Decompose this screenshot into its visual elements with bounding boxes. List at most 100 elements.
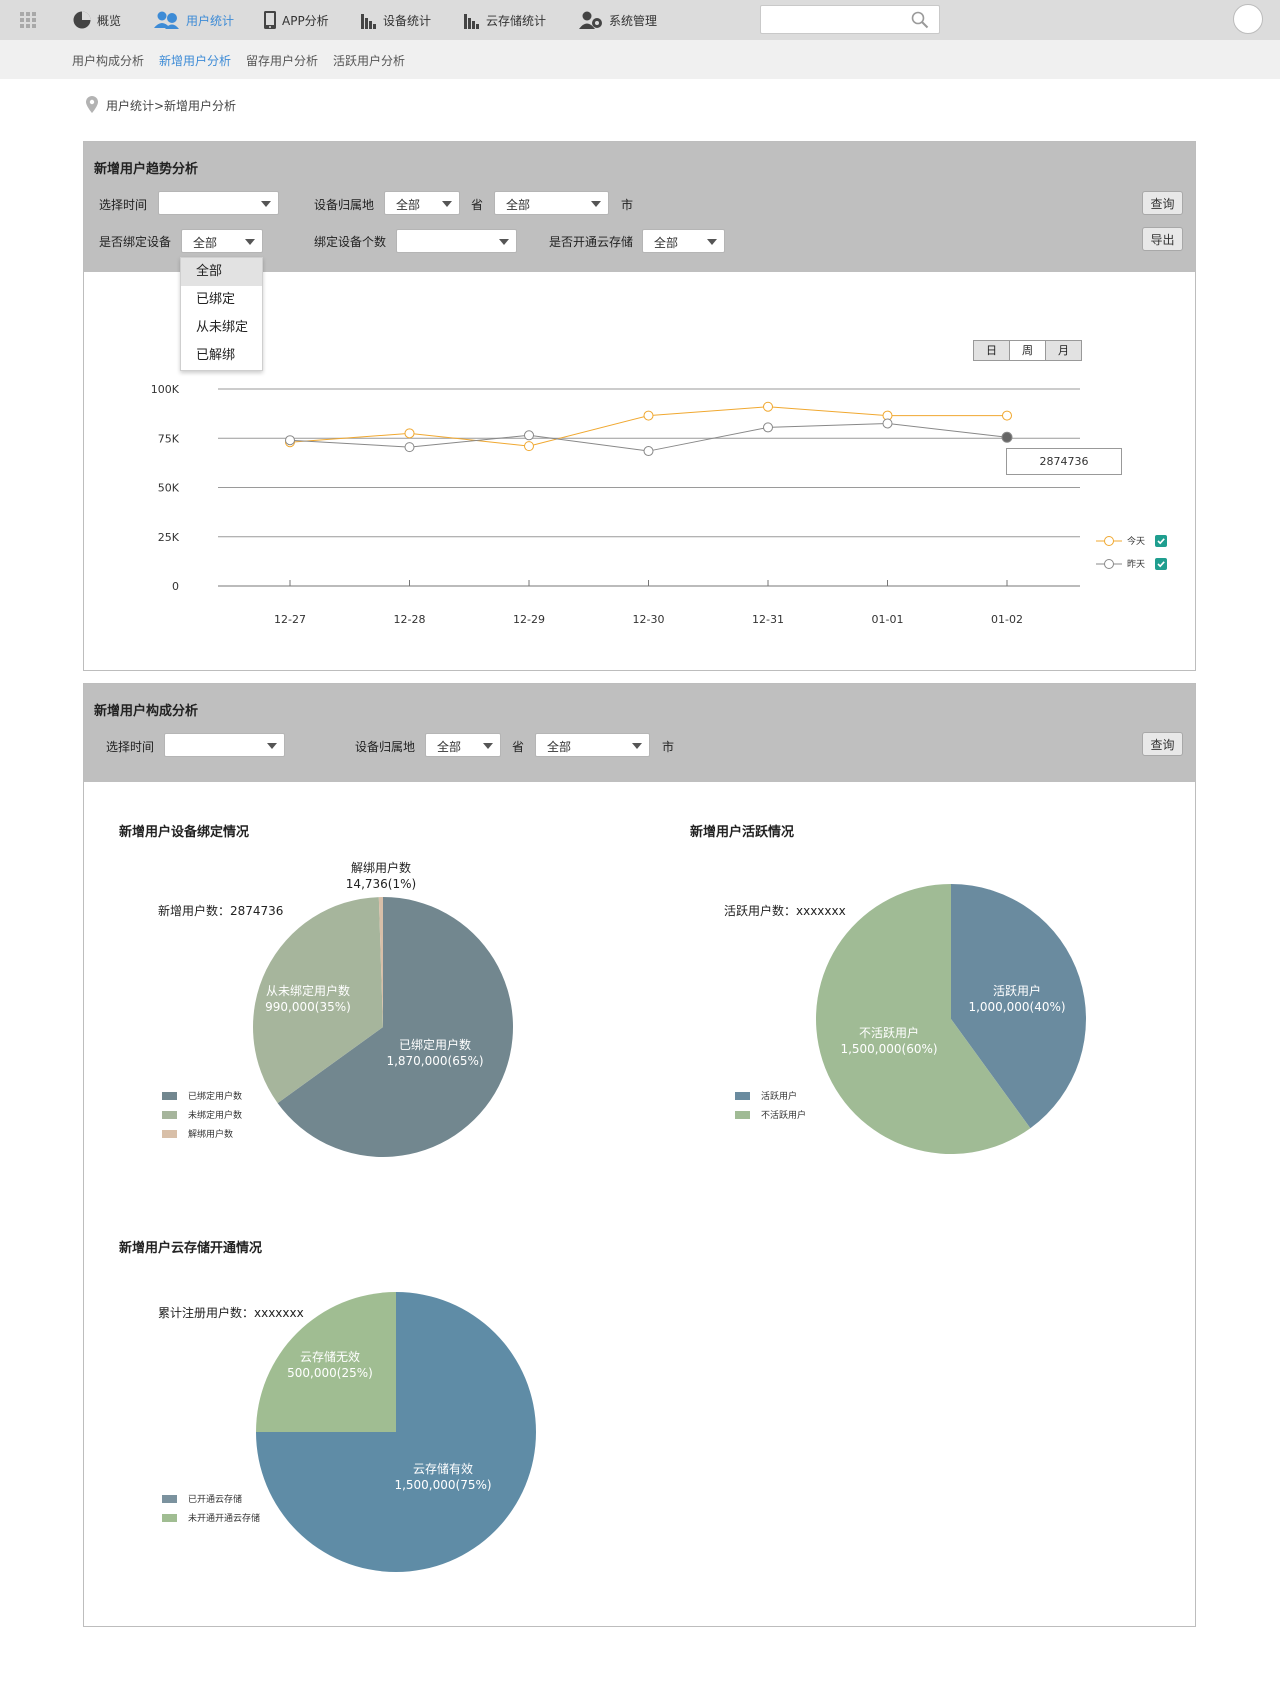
- users-icon: [154, 11, 179, 29]
- province-unit-label: 省: [512, 740, 525, 754]
- legend-item: 未绑定用户数: [162, 1105, 242, 1124]
- legend-swatch: [162, 1494, 177, 1503]
- legend-label: 已开通云存储: [188, 1495, 243, 1505]
- search-input[interactable]: [767, 6, 911, 34]
- slice-label: 云存储无效: [300, 1349, 360, 1364]
- device-count-select[interactable]: [396, 229, 517, 253]
- cloud-storage-select[interactable]: 全部: [642, 229, 725, 253]
- nav-item-app-analysis[interactable]: APP分析: [263, 0, 329, 40]
- nav-label: 云存储统计: [486, 13, 547, 28]
- query-button[interactable]: 查询: [1142, 191, 1183, 215]
- dropdown-option-unbound[interactable]: 已解绑: [181, 342, 262, 370]
- active-chart-title: 新增用户活跃情况: [690, 825, 795, 840]
- legend-checkbox-yesterday[interactable]: [1155, 557, 1168, 570]
- nav-item-system-admin[interactable]: 系统管理: [578, 0, 657, 40]
- slice-value-label: 1,500,000(60%): [840, 1042, 937, 1056]
- slice-value-label: 500,000(25%): [287, 1366, 373, 1380]
- period-toggle: 日 周 月: [973, 340, 1082, 361]
- nav-item-device-stats[interactable]: 设备统计: [360, 0, 431, 40]
- slice-label: 已绑定用户数: [399, 1037, 471, 1052]
- bar-chart-icon: [361, 14, 376, 29]
- dropdown-option-all[interactable]: 全部: [181, 258, 262, 286]
- new-user-trend-chart: 0 25K 50K 75K 100K 12-27 12-28 12-29 12-30 12-31 0…: [151, 383, 1080, 626]
- query-button[interactable]: 查询: [1142, 732, 1183, 756]
- subnav-user-composition[interactable]: 用户构成分析: [72, 52, 144, 69]
- checkmark-icon: [1157, 537, 1165, 544]
- bar-chart-icon: [464, 14, 479, 29]
- data-point: [643, 446, 654, 457]
- x-tick-label: 12-29: [513, 613, 545, 626]
- subnav-new-user-analysis[interactable]: 新增用户分析: [159, 52, 231, 69]
- dropdown-option-never-bound[interactable]: 从未绑定: [181, 314, 262, 342]
- subnav-retained-user-analysis[interactable]: 留存用户分析: [246, 52, 318, 69]
- legend-label: 活跃用户: [761, 1092, 798, 1102]
- apps-grid-icon[interactable]: [20, 12, 36, 28]
- data-point: [882, 418, 893, 429]
- time-label: 选择时间: [99, 198, 148, 212]
- nav-item-user-stats[interactable]: 用户统计: [153, 0, 234, 40]
- chevron-down-icon: [707, 239, 717, 245]
- search-icon[interactable]: [911, 11, 929, 29]
- bound-device-dropdown-menu: 全部 已绑定 从未绑定 已解绑: [180, 257, 263, 371]
- region-label: 设备归属地: [355, 740, 416, 754]
- nav-label: 设备统计: [383, 13, 432, 28]
- period-day-button[interactable]: 日: [974, 341, 1010, 360]
- export-button[interactable]: 导出: [1142, 227, 1183, 251]
- legend-today: 今天: [1096, 534, 1168, 547]
- chevron-down-icon: [245, 239, 255, 245]
- data-point: [285, 435, 295, 446]
- composition-panel-title: 新增用户构成分析: [94, 704, 199, 719]
- data-point: [1002, 410, 1012, 421]
- slice-value-label: 1,000,000(40%): [968, 1000, 1065, 1014]
- binding-legend: 已绑定用户数 未绑定用户数 解绑用户数: [162, 1086, 242, 1143]
- nav-label: APP分析: [282, 13, 329, 28]
- period-month-button[interactable]: 月: [1046, 341, 1081, 360]
- data-point: [763, 401, 773, 412]
- legend-swatch: [162, 1091, 177, 1100]
- data-point: [643, 410, 654, 421]
- location-pin-icon: [86, 96, 98, 113]
- avatar[interactable]: [1233, 4, 1263, 34]
- dropdown-option-bound[interactable]: 已绑定: [181, 286, 262, 314]
- bound-device-label: 是否绑定设备: [99, 235, 172, 249]
- slice-label: 从未绑定用户数: [266, 983, 350, 998]
- data-point: [524, 430, 534, 441]
- y-tick-label: 50K: [158, 482, 180, 495]
- city-select[interactable]: 全部: [494, 191, 609, 215]
- province-select[interactable]: 全部: [384, 191, 460, 215]
- legend-line-marker-icon: [1096, 558, 1122, 569]
- chevron-down-icon: [632, 743, 642, 749]
- time-select[interactable]: [164, 733, 285, 757]
- search-box: [760, 5, 940, 34]
- legend-checkbox-today[interactable]: [1155, 534, 1168, 547]
- data-point: [404, 428, 415, 439]
- bound-device-select[interactable]: 全部: [181, 229, 263, 253]
- period-week-button[interactable]: 周: [1010, 341, 1046, 360]
- active-legend: 活跃用户 不活跃用户: [735, 1086, 806, 1124]
- legend-line-marker-icon: [1096, 535, 1122, 546]
- chevron-down-icon: [261, 201, 271, 207]
- legend-item: 解绑用户数: [162, 1124, 242, 1143]
- time-select[interactable]: [158, 191, 279, 215]
- slice-label: 云存储有效: [413, 1461, 473, 1476]
- legend-label: 未开通开通云存储: [188, 1514, 261, 1524]
- nav-item-cloud-stats[interactable]: 云存储统计: [463, 0, 546, 40]
- binding-pie-chart: 已绑定用户数 1,870,000(65%) 从未绑定用户数 990,000(35%) 解…: [253, 860, 513, 1157]
- pie-chart-icon: [73, 11, 91, 29]
- breadcrumb-text: 用户统计>新增用户分析: [106, 98, 237, 113]
- trend-panel-title: 新增用户趋势分析: [94, 162, 199, 177]
- legend-swatch: [735, 1091, 750, 1100]
- province-select[interactable]: 全部: [425, 733, 501, 757]
- legend-label: 已绑定用户数: [188, 1092, 243, 1102]
- city-unit-label: 市: [662, 740, 675, 754]
- nav-item-overview[interactable]: 概览: [72, 0, 121, 40]
- slice-label: 解绑用户数: [351, 860, 411, 875]
- legend-item: 已绑定用户数: [162, 1086, 242, 1105]
- x-tick-label: 01-02: [991, 613, 1023, 626]
- subnav-active-user-analysis[interactable]: 活跃用户分析: [333, 52, 405, 69]
- city-select[interactable]: 全部: [535, 733, 650, 757]
- slice-label: 活跃用户: [993, 983, 1041, 998]
- binding-chart-title: 新增用户设备绑定情况: [119, 825, 250, 840]
- legend-label: 今天: [1127, 537, 1146, 547]
- legend-label: 未绑定用户数: [188, 1111, 243, 1121]
